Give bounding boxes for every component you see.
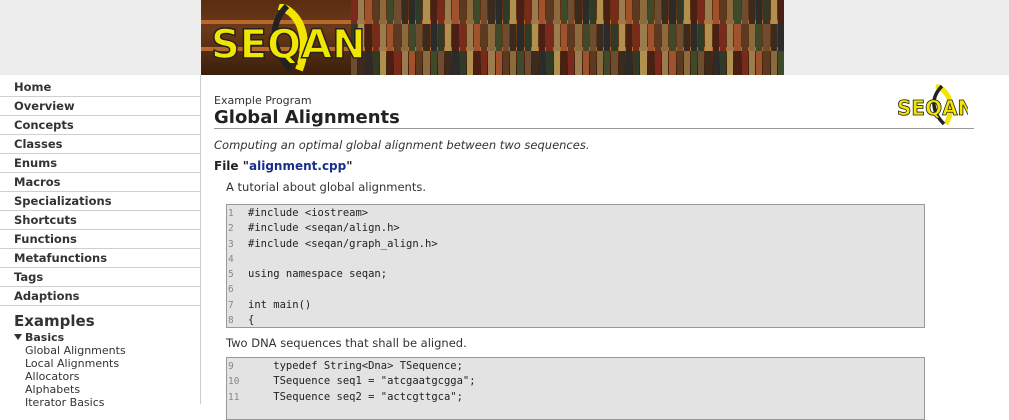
line-number: 2 [228,223,234,235]
sidebar-item-adaptions[interactable]: Adaptions [0,287,200,306]
sidebar-item-concepts[interactable]: Concepts [0,116,200,135]
sidebar-item-home[interactable]: Home [0,78,200,97]
code-line: 10 TSequence seq1 = "atcgaatgcgga"; [227,374,924,389]
triangle-down-icon [14,334,22,340]
code-text: #include <seqan/graph_align.h> [248,237,438,250]
code-text: #include <seqan/align.h> [248,222,400,235]
pre-title: Example Program [214,94,312,107]
code-text: { [248,314,255,327]
sidebar: Home Overview Concepts Classes Enums Macros Sp… [0,75,201,409]
sidebar-item-specializations[interactable]: Specializations [0,192,200,211]
section-title-examples: Examples [14,312,95,330]
sidebar-item-functions[interactable]: Functions [0,230,200,249]
line-number: 4 [228,253,234,265]
line-number: 9 [228,361,234,372]
sidebar-item-enums[interactable]: Enums [0,154,200,173]
code-block-1: 1 #include <iostream> 2 #include <seqan/ali… [226,204,925,328]
sidebar-item-macros[interactable]: Macros [0,173,200,192]
group-basics[interactable]: Basics [0,331,200,344]
line-number: 5 [228,269,234,281]
code-line: 2 #include <seqan/align.h> [227,221,924,236]
code-line: 6 [227,282,924,297]
code-line: 1 #include <iostream> [227,206,924,221]
sidebar-item-shortcuts[interactable]: Shortcuts [0,211,200,230]
sidebar-example-iterator-basics[interactable]: Iterator Basics [0,396,200,409]
code-line: 4 [227,252,924,267]
seqan-small-logo: SEQAN [896,83,975,130]
file-suffix: " [346,159,353,173]
file-line: File "alignment.cpp" [214,159,353,173]
small-logo-text: SEQAN [897,96,968,120]
logo-text: SEQAN [211,22,366,68]
code-text: typedef String<Dna> TSequence; [248,360,463,372]
line-number: 7 [228,299,234,311]
line-number: 8 [228,315,234,327]
code-line: 11 TSequence seq2 = "actcgttgca"; [227,390,924,405]
sidebar-item-metafunctions[interactable]: Metafunctions [0,249,200,268]
sidebar-item-classes[interactable]: Classes [0,135,200,154]
code-line: 9 typedef String<Dna> TSequence; [227,359,924,374]
code-block-2: 9 typedef String<Dna> TSequence; 10 TSequ… [226,357,925,420]
sidebar-example-global-alignments[interactable]: Global Alignments [0,344,200,357]
code-line: 8{ [227,313,924,328]
code-line: 3 #include <seqan/graph_align.h> [227,237,924,252]
file-prefix: File " [214,159,249,173]
line-number: 10 [228,376,240,388]
description-1: A tutorial about global alignments. [226,180,426,194]
description-2: Two DNA sequences that shall be aligned. [226,336,467,350]
line-number: 3 [228,238,234,250]
code-text: TSequence seq1 = "atcgaatgcgga"; [248,375,476,388]
main-content: Example Program Global Alignments SEQAN … [214,83,975,420]
header-banner: SEQAN [201,0,784,75]
line-number: 1 [228,208,234,219]
sidebar-item-overview[interactable]: Overview [0,97,200,116]
line-number: 6 [228,284,234,296]
code-text: int main() [248,298,312,311]
group-basics-label: Basics [25,331,65,344]
code-text: using namespace seqan; [248,268,388,281]
title-divider [214,128,974,129]
line-number: 11 [228,391,240,403]
code-text: #include <iostream> [248,207,369,219]
code-text: TSequence seq2 = "actcgttgca"; [248,390,463,403]
sidebar-example-local-alignments[interactable]: Local Alignments [0,357,200,370]
code-line: 5 using namespace seqan; [227,267,924,282]
code-line: 7 int main() [227,298,924,313]
file-link[interactable]: alignment.cpp [249,159,346,173]
sidebar-example-allocators[interactable]: Allocators [0,370,200,383]
sidebar-example-alphabets[interactable]: Alphabets [0,383,200,396]
page-subtitle: Computing an optimal global alignment be… [214,138,590,152]
sidebar-item-tags[interactable]: Tags [0,268,200,287]
page-title: Global Alignments [214,107,400,128]
seqan-logo[interactable]: SEQAN [209,2,379,75]
